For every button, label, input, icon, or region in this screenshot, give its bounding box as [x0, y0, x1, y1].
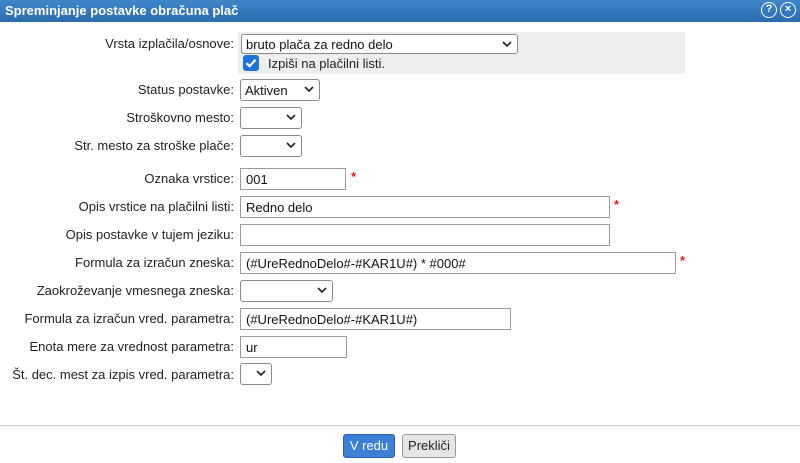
- strosek-label: Stroškovno mesto:: [126, 110, 234, 125]
- ok-button[interactable]: V redu: [343, 434, 395, 458]
- oznaka-input[interactable]: 001: [240, 168, 346, 190]
- strosek-place-select[interactable]: [240, 135, 302, 157]
- izpisi-checkbox[interactable]: [243, 55, 259, 71]
- formula-input[interactable]: (#UreRednoDelo#-#KAR1U#) * #000#: [240, 252, 676, 274]
- st-dec-select[interactable]: [240, 363, 272, 385]
- opis-tuj-label: Opis postavke v tujem jeziku:: [65, 227, 234, 242]
- cancel-button[interactable]: Prekliči: [402, 434, 456, 458]
- opis-tuj-input[interactable]: [240, 224, 610, 246]
- opis-required-marker: *: [614, 197, 620, 212]
- status-select-value: Aktiven: [245, 83, 288, 98]
- chevron-down-icon: [317, 285, 327, 295]
- formula-param-input[interactable]: (#UreRednoDelo#-#KAR1U#): [240, 308, 511, 330]
- formula-param-label: Formula za izračun vred. parametra:: [24, 311, 234, 326]
- chevron-down-icon: [286, 112, 296, 122]
- enota-label: Enota mere za vrednost parametra:: [29, 339, 235, 354]
- strosek-place-label: Str. mesto za stroške plače:: [74, 138, 234, 153]
- dialog-titlebar: Spreminjanje postavke obračuna plač ? ×: [0, 0, 800, 22]
- chevron-down-icon: [304, 84, 314, 94]
- chevron-down-icon: [502, 39, 512, 49]
- st-dec-label: Št. dec. mest za izpis vred. parametra:: [12, 367, 234, 382]
- zaokrozevanje-select[interactable]: [240, 280, 333, 302]
- chevron-down-icon: [286, 140, 296, 150]
- footer-divider: [0, 425, 800, 426]
- strosek-select[interactable]: [240, 107, 302, 129]
- vrsta-label: Vrsta izplačila/osnove:: [105, 36, 234, 51]
- formula-required-marker: *: [680, 253, 686, 268]
- chevron-down-icon: [256, 368, 266, 378]
- opis-label: Opis vrstice na plačilni listi:: [78, 199, 234, 214]
- close-icon[interactable]: ×: [780, 2, 796, 18]
- enota-input[interactable]: ur: [240, 336, 347, 358]
- formula-label: Formula za izračun zneska:: [75, 255, 234, 270]
- status-select[interactable]: Aktiven: [240, 79, 320, 101]
- oznaka-label: Oznaka vrstice:: [144, 171, 234, 186]
- vrsta-select-value: bruto plača za redno delo: [246, 37, 393, 52]
- status-label: Status postavke:: [137, 82, 234, 97]
- opis-input[interactable]: Redno delo: [240, 196, 610, 218]
- zaokrozevanje-label: Zaokroževanje vmesnega zneska:: [36, 283, 234, 298]
- vrsta-select[interactable]: bruto plača za redno delo: [241, 34, 518, 54]
- dialog-title: Spreminjanje postavke obračuna plač: [5, 3, 239, 18]
- izpisi-label: Izpiši na plačilni listi.: [268, 56, 386, 71]
- help-icon[interactable]: ?: [761, 2, 777, 18]
- oznaka-required-marker: *: [351, 169, 357, 184]
